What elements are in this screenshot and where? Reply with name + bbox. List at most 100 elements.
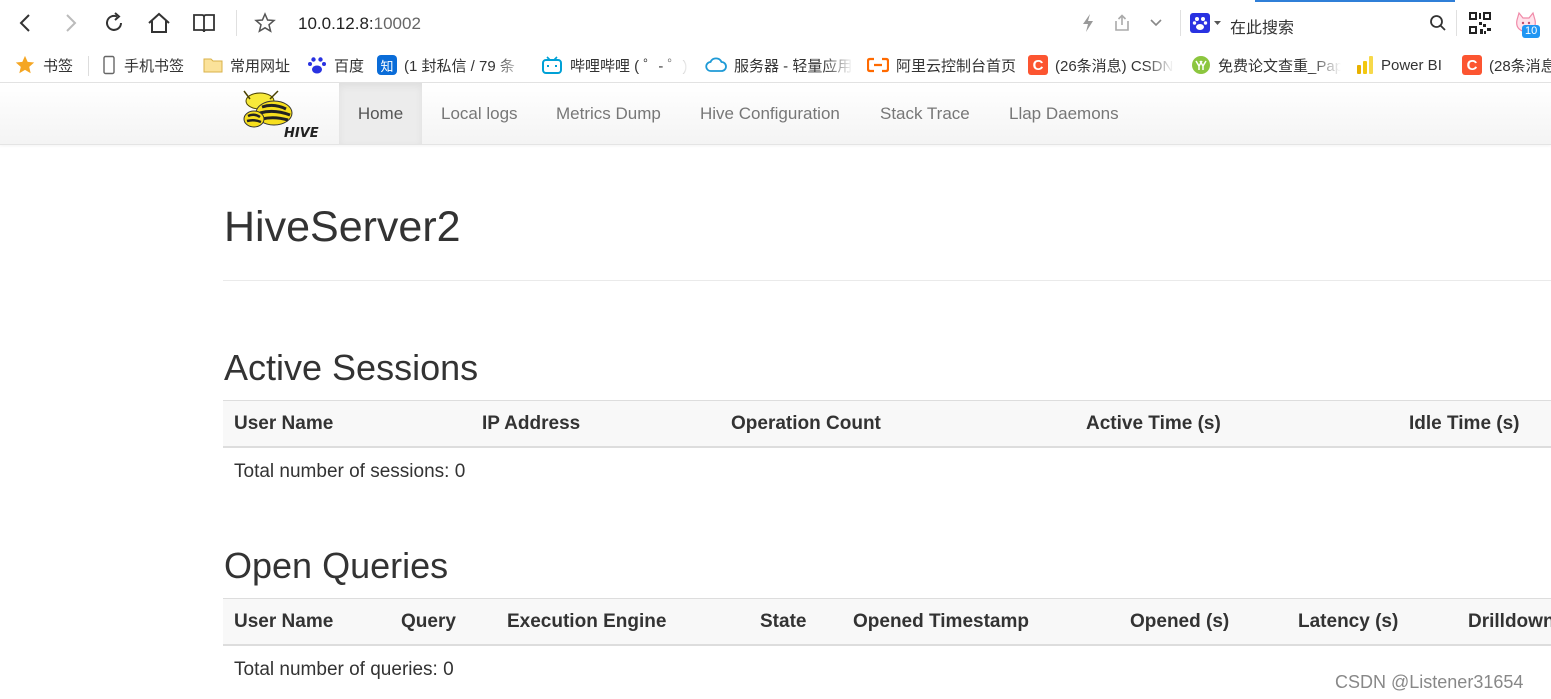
nav-label: Llap Daemons [1009,103,1119,123]
back-arrow-icon [19,14,30,32]
cloud-icon [705,56,727,74]
search-input[interactable]: 在此搜索 [1230,14,1294,38]
nav-home[interactable]: Home [339,83,422,144]
page-title: HiveServer2 [224,203,461,251]
home-icon [148,12,170,33]
bookmark-label: (28条消息 [1489,57,1551,75]
column-header-idle-time: Idle Time (s) [1409,413,1520,434]
toolbar-divider [236,10,237,36]
nav-label: Hive Configuration [700,103,840,123]
toolbar-divider [1456,10,1457,36]
bookmark-item-csdn-28[interactable]: C (28条消息 [1462,47,1551,82]
powerbi-icon [1356,55,1374,75]
svg-text:HIVE: HIVE [284,126,319,139]
nav-stack-trace[interactable]: Stack Trace [880,83,970,144]
bookmark-item-mobile[interactable]: 手机书签 [101,47,185,82]
notification-badge: 10 [1522,25,1541,38]
nav-llap-daemons[interactable]: Llap Daemons [1009,83,1119,144]
csdn-watermark: CSDN @Listener31654 [1335,672,1524,692]
folder-icon [203,56,223,74]
aliyun-icon [867,57,889,73]
open-queries-heading: Open Queries [224,545,449,586]
nav-local-logs[interactable]: Local logs [441,83,518,144]
column-header-user-name: User Name [234,611,334,632]
bookmarks-bar: 书签 手机书签 常用网址 百度 知 (1 封私信 / 79 条 哔哩哔哩 (゜… [0,47,1551,83]
column-header-opened: Opened (s) [1130,611,1230,632]
nav-label: Local logs [441,103,518,123]
column-header-state: State [760,611,807,632]
bookmark-label: 服务器 - 轻量应用 [734,57,853,75]
address-bar[interactable]: 10.0.12.8:10002 [298,14,421,34]
bookmark-item-csdn-26[interactable]: C (26条消息) CSDN [1028,47,1174,82]
share-button[interactable] [1108,9,1136,37]
sessions-total: Total number of sessions: 0 [234,461,466,482]
column-header-drilldown: Drilldown [1468,611,1551,632]
hive-logo[interactable]: HIVE [240,89,320,141]
column-header-active-time: Active Time (s) [1086,413,1221,434]
nav-metrics-dump[interactable]: Metrics Dump [556,83,661,144]
speed-mode-button[interactable] [1074,9,1102,37]
baidu-paw-icon [1190,13,1221,33]
reader-button[interactable] [190,9,218,37]
bookmark-item-paperyy[interactable]: 免费论文查重_Pap [1191,47,1341,82]
bookmark-label: Power BI [1381,56,1442,74]
column-header-latency: Latency (s) [1298,611,1399,632]
bookmark-item-baidu[interactable]: 百度 [307,47,365,82]
browser-toolbar: 10.0.12.8:10002 在此搜索 10 [0,0,1551,47]
star-icon [14,54,36,76]
column-header-user-name: User Name [234,413,334,434]
nav-hive-configuration[interactable]: Hive Configuration [700,83,840,144]
bookmarks-divider [88,56,89,76]
chevron-down-icon [1150,19,1162,27]
bilibili-icon [541,55,563,75]
column-header-ip-address: IP Address [482,413,581,434]
forward-button[interactable] [56,9,84,37]
bookmark-item-bookmarks[interactable]: 书签 [14,47,74,82]
back-button[interactable] [12,9,40,37]
column-header-query: Query [401,611,456,632]
book-icon [193,14,215,33]
bookmark-label: 常用网址 [230,57,291,75]
bookmark-item-server[interactable]: 服务器 - 轻量应用 [705,47,853,82]
share-icon [1115,14,1129,31]
zhihu-icon: 知 [377,55,397,75]
nav-label: Stack Trace [880,103,970,123]
reload-icon [106,12,122,31]
column-header-operation-count: Operation Count [731,413,881,434]
bookmark-label: (1 封私信 / 79 条 [404,57,515,75]
toolbar-divider [1180,10,1181,36]
star-outline-icon [254,12,276,33]
bookmark-item-powerbi[interactable]: Power BI [1356,47,1442,82]
url-port: 10002 [373,14,421,33]
paperyy-icon [1191,55,1211,75]
qr-code-button[interactable] [1466,9,1494,37]
nav-label: Home [357,103,404,123]
search-engine-selector[interactable] [1188,9,1224,37]
reload-button[interactable] [100,9,128,37]
bookmark-label: 书签 [43,57,74,75]
qr-code-icon [1468,11,1492,35]
bookmark-label: 手机书签 [124,57,185,75]
bookmark-star-button[interactable] [251,9,279,37]
nav-label: Metrics Dump [556,103,661,123]
queries-table-header: User Name Query Execution Engine State O… [223,598,1551,646]
bookmark-label: 阿里云控制台首页 [896,57,1017,75]
bookmark-item-common-sites[interactable]: 常用网址 [203,47,291,82]
column-header-execution-engine: Execution Engine [507,611,667,632]
bookmark-item-zhihu[interactable]: 知 (1 封私信 / 79 条 [377,47,525,82]
active-sessions-heading: Active Sessions [224,347,479,388]
bookmark-item-bilibili[interactable]: 哔哩哔哩 ( ゜- ゜)つ [541,47,689,82]
phone-icon [101,55,117,75]
search-button[interactable] [1424,9,1452,37]
address-dropdown-button[interactable] [1142,9,1170,37]
bookmark-label: (26条消息) CSDN [1055,57,1174,75]
title-divider [223,280,1551,281]
bookmark-item-aliyun[interactable]: 阿里云控制台首页 [867,47,1017,82]
queries-total: Total number of queries: 0 [234,659,454,680]
forward-arrow-icon [66,14,77,32]
url-host: 10.0.12.8: [298,14,374,33]
home-button[interactable] [145,9,173,37]
sessions-table-header: User Name IP Address Operation Count Act… [223,400,1551,448]
hive-bee-logo-icon: HIVE [243,90,319,141]
bookmark-label: 百度 [334,57,365,75]
